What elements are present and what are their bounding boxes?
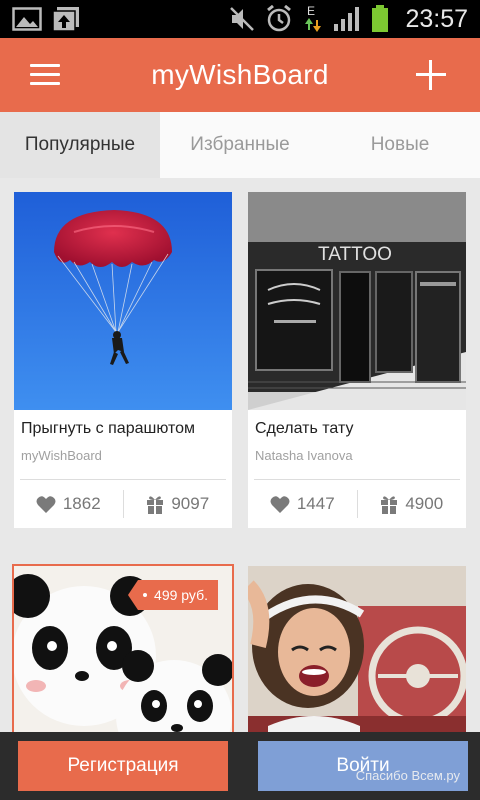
wish-title: Сделать тату — [255, 420, 354, 437]
register-button[interactable]: Регистрация — [18, 741, 228, 791]
tab-favorites[interactable]: Избранные — [160, 112, 320, 178]
tattoo-shop-photo[interactable]: TATTOO — [248, 192, 466, 410]
tab-bar: Популярные Избранные Новые — [0, 112, 480, 178]
heart-icon — [36, 496, 56, 513]
wish-card[interactable]: Прыгнуть с парашютом myWishBoard 1862 90… — [14, 192, 232, 528]
status-bar-system: E 23:57 — [229, 4, 468, 34]
status-bar: E 23:57 — [0, 0, 480, 38]
plus-icon[interactable] — [416, 60, 446, 90]
tab-new[interactable]: Новые — [320, 112, 480, 178]
like-count: 1447 — [296, 494, 335, 513]
app-bar: myWishBoard — [0, 38, 480, 112]
mute-icon — [230, 7, 255, 31]
heart-icon — [270, 496, 290, 513]
price-label: 499 руб. — [154, 587, 208, 603]
media-upload-icon — [52, 7, 79, 32]
wish-title: Прыгнуть с парашютом — [21, 420, 196, 437]
gift-count: 4900 — [405, 494, 444, 513]
status-bar-notifications — [12, 6, 80, 32]
wish-card[interactable]: TATTOO Сделать тату Natasha Ivanova 1447… — [248, 192, 466, 528]
like-count: 1862 — [62, 494, 101, 513]
gallery-icon — [12, 7, 42, 31]
like-stat[interactable]: 1862 — [14, 494, 123, 514]
watermark: Спасибо Всем.ру — [355, 768, 460, 783]
login-button[interactable]: Войти Спасибо Всем.ру — [258, 741, 468, 791]
gift-icon — [381, 496, 398, 514]
app-screen: E 23:57 myWishBoard Популярные Избранные… — [0, 0, 480, 800]
network-type-label: E — [307, 4, 315, 18]
hamburger-menu-icon[interactable] — [30, 64, 60, 86]
tattoo-sign: TATTOO — [318, 244, 392, 265]
tab-popular[interactable]: Популярные — [0, 112, 160, 178]
alarm-icon — [267, 5, 292, 32]
gift-stat[interactable]: 4900 — [358, 494, 467, 514]
wish-author: myWishBoard — [21, 448, 102, 463]
gift-stat[interactable]: 9097 — [124, 494, 233, 514]
wish-author: Natasha Ivanova — [255, 448, 353, 463]
wish-stats: 1447 4900 — [248, 480, 466, 528]
app-title: myWishBoard — [151, 59, 329, 90]
price-badge: 499 руб. — [128, 580, 218, 610]
like-stat[interactable]: 1447 — [248, 494, 357, 514]
parachute-photo[interactable] — [14, 192, 232, 410]
battery-icon — [372, 5, 389, 32]
data-arrows-icon: E — [305, 4, 322, 32]
wish-stats: 1862 9097 — [14, 480, 232, 528]
gift-icon — [147, 496, 164, 514]
wish-feed: Прыгнуть с парашютом myWishBoard 1862 90… — [0, 178, 480, 800]
gift-count: 9097 — [171, 494, 210, 513]
auth-bar: Регистрация Войти Спасибо Всем.ру — [0, 732, 480, 800]
signal-icon — [334, 7, 360, 31]
clock: 23:57 — [405, 4, 468, 33]
